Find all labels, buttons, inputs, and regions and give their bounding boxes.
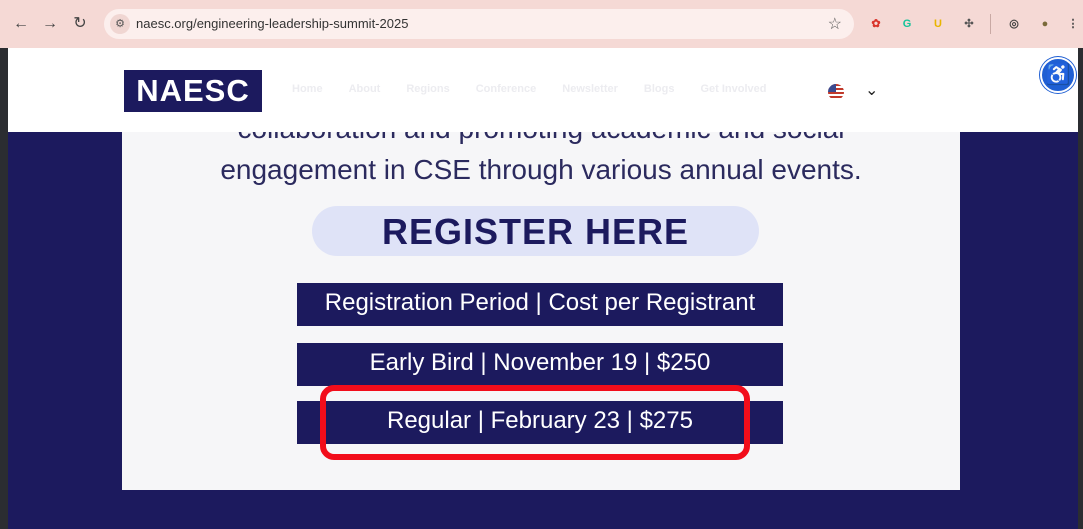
naesc-logo[interactable]: NAESC (124, 70, 262, 112)
reload-icon[interactable]: ↻ (69, 13, 91, 35)
toolbar-divider (990, 14, 991, 34)
nav-item-about[interactable]: About (349, 83, 381, 95)
url-text[interactable]: naesc.org/engineering-leadership-summit-… (136, 16, 408, 31)
ext-swirl-icon[interactable]: ◎ (1005, 15, 1023, 33)
nav-item-regions[interactable]: Regions (406, 83, 449, 95)
nav-item-conference[interactable]: Conference (476, 83, 537, 95)
chevron-down-icon[interactable]: ⌄ (865, 80, 878, 100)
screen-frame-left (0, 0, 8, 529)
highlight-annotation (320, 385, 750, 460)
nav-item-get-involved[interactable]: Get Involved (700, 83, 766, 95)
site-header: NAESC Home About Regions Conference News… (8, 48, 1078, 132)
back-arrow-icon[interactable]: ← (10, 13, 32, 35)
forward-arrow-icon[interactable]: → (39, 13, 61, 35)
ext-red-icon[interactable]: ✿ (867, 15, 885, 33)
pricing-row-early-bird: Early Bird | November 19 | $250 (297, 343, 783, 386)
screen-frame-right (1078, 0, 1083, 529)
browser-toolbar: ← → ↻ ⚙ naesc.org/engineering-leadership… (0, 0, 1083, 48)
intro-text: engagement in CSE through various annual… (220, 154, 862, 185)
nav-item-home[interactable]: Home (292, 83, 323, 95)
intro-text-partial: collaboration and promoting academic and… (122, 132, 960, 145)
accessibility-icon[interactable]: ♿ (1040, 57, 1076, 93)
register-here-button[interactable]: REGISTER HERE (312, 206, 759, 256)
browser-menu-icon[interactable]: ⋮ (1064, 15, 1082, 33)
nav-item-blogs[interactable]: Blogs (644, 83, 675, 95)
ext-yellow-icon[interactable]: U (929, 15, 947, 33)
us-flag-icon[interactable] (828, 84, 844, 100)
main-nav: Home About Regions Conference Newsletter… (292, 83, 767, 95)
site-info-icon[interactable]: ⚙ (110, 14, 130, 34)
pricing-table-header: Registration Period | Cost per Registran… (297, 283, 783, 326)
profile-avatar-icon[interactable]: ● (1036, 15, 1054, 33)
puzzle-icon[interactable]: ✣ (960, 15, 978, 33)
bookmark-star-icon[interactable]: ☆ (828, 14, 842, 34)
address-bar[interactable]: ⚙ naesc.org/engineering-leadership-summi… (104, 9, 854, 39)
grammarly-icon[interactable]: G (898, 15, 916, 33)
nav-item-newsletter[interactable]: Newsletter (562, 83, 618, 95)
